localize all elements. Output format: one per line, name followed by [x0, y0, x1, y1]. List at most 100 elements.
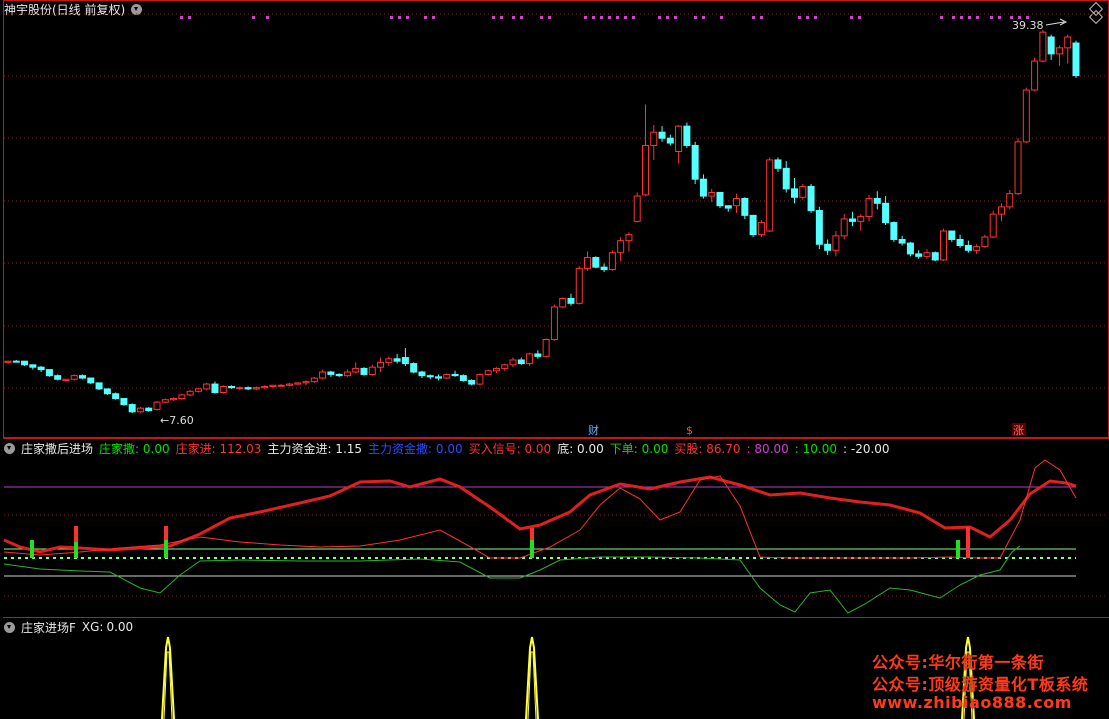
candle-body — [484, 370, 492, 375]
signal-dot — [424, 16, 427, 19]
watermark-line: 公众号:华尔街第一条街 — [872, 653, 1044, 672]
candle-body — [319, 371, 327, 379]
candle-body — [136, 407, 144, 413]
event-marker-zhang: 涨 — [1013, 424, 1024, 437]
signal-dot — [702, 16, 705, 19]
signal-bar-red — [530, 528, 534, 540]
candle-body — [708, 191, 716, 197]
candle-body — [269, 384, 277, 387]
candle-body — [509, 359, 517, 366]
candle-body — [675, 125, 683, 152]
signal-bar-green — [530, 540, 534, 558]
candle-body — [716, 191, 724, 207]
candle-body — [559, 298, 567, 308]
signal-dot — [940, 16, 943, 19]
signal-dot — [990, 16, 993, 19]
candle-body — [459, 375, 467, 381]
candle-body — [724, 205, 732, 209]
candle-body — [940, 230, 948, 261]
candle-body — [973, 246, 981, 251]
candle-body — [393, 358, 401, 362]
signal-dot — [624, 16, 627, 19]
candle-body — [923, 252, 931, 257]
candle-body — [666, 137, 674, 144]
candle-body — [153, 401, 161, 410]
signal-dot — [520, 16, 523, 19]
signal-dot — [406, 16, 409, 19]
signal-dot — [188, 16, 191, 19]
candle-body — [898, 238, 906, 244]
signal-bar-green — [956, 540, 960, 558]
signal-dot — [632, 16, 635, 19]
candle-body — [228, 385, 236, 389]
candle-body — [426, 375, 434, 378]
candle-body — [691, 144, 699, 180]
signal-dot — [540, 16, 543, 19]
candle-body — [352, 367, 360, 373]
candle-body — [906, 242, 914, 255]
candle-body — [12, 360, 20, 363]
signal-dot — [616, 16, 619, 19]
candle-body — [435, 376, 443, 379]
signal-dot — [960, 16, 963, 19]
candle-body — [145, 407, 153, 412]
candle-body — [103, 388, 111, 395]
candle-body — [774, 159, 782, 169]
event-marker-cai: 财 — [588, 423, 599, 437]
signal-dot — [592, 16, 595, 19]
low-price-label: ←7.60 — [160, 414, 194, 427]
candle-body — [873, 197, 881, 204]
candle-body — [650, 131, 658, 146]
candle-body — [377, 361, 385, 368]
xg-spike — [525, 636, 539, 719]
candle-body — [865, 197, 873, 218]
candle-body — [915, 253, 923, 257]
signal-dot — [600, 16, 603, 19]
candle-body — [658, 131, 666, 139]
candle-body — [1064, 36, 1072, 49]
signal-bar-red — [966, 527, 970, 558]
candle-body — [161, 399, 169, 403]
candle-body — [832, 235, 840, 251]
candle-body — [37, 366, 45, 371]
signal-bar-green — [74, 542, 78, 558]
candle-body — [178, 394, 186, 400]
candle-body — [575, 267, 583, 304]
candle-body — [567, 298, 575, 304]
watermark-line: 公众号:顶级游资量化T板系统 — [872, 675, 1089, 694]
candle-body — [368, 366, 376, 375]
candle-body — [815, 210, 823, 245]
signal-dot — [850, 16, 853, 19]
candle-body — [956, 238, 964, 246]
signal-dot — [694, 16, 697, 19]
candle-body — [989, 213, 997, 238]
candle-body — [252, 387, 260, 390]
candle-body — [1039, 31, 1047, 62]
candle-body — [782, 167, 790, 190]
candle-body — [948, 230, 956, 240]
signal-dot — [760, 16, 763, 19]
signal-dot — [180, 16, 183, 19]
candle-body — [62, 378, 70, 381]
signal-dot — [720, 16, 723, 19]
candle-body — [70, 375, 78, 380]
candle-body — [194, 388, 202, 392]
signal-dot — [952, 16, 955, 19]
candle-body — [1031, 60, 1039, 91]
candle-body — [285, 383, 293, 386]
candle-body — [410, 363, 418, 373]
candle-body — [1055, 47, 1063, 55]
signal-dot — [858, 16, 861, 19]
candle-body — [799, 185, 807, 198]
candle-body — [451, 373, 459, 377]
candle-body — [236, 387, 244, 390]
signal-dot — [976, 16, 979, 19]
candle-body — [360, 367, 368, 375]
signal-bar-green — [30, 540, 34, 558]
candle-body — [302, 381, 310, 384]
candle-body — [335, 373, 343, 377]
candle-body — [211, 383, 219, 394]
candle-body — [219, 385, 227, 394]
candle-body — [112, 393, 120, 400]
candle-body — [848, 218, 856, 222]
